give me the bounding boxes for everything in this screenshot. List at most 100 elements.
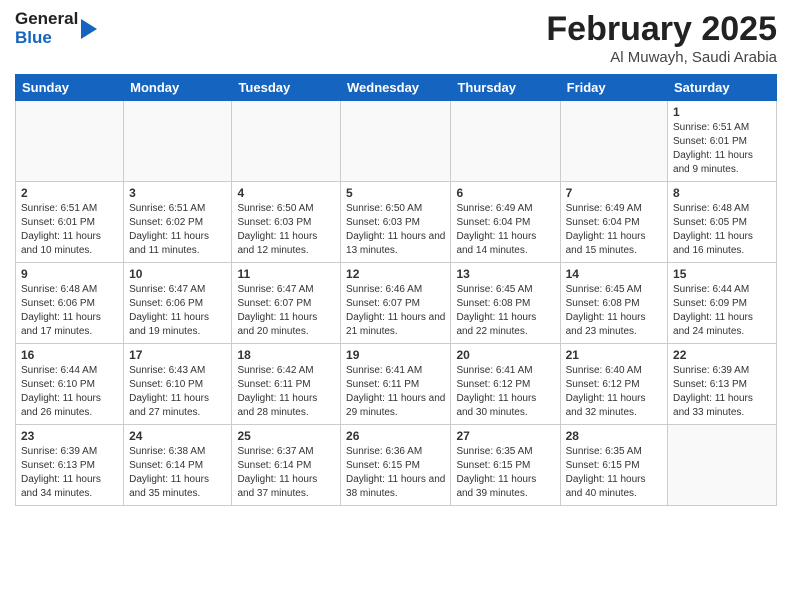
calendar-cell: 22 Sunrise: 6:39 AMSunset: 6:13 PMDayligh… [668,344,777,425]
calendar-cell: 10 Sunrise: 6:47 AMSunset: 6:06 PMDayligh… [124,263,232,344]
col-wednesday: Wednesday [341,75,451,101]
day-number: 19 [346,348,445,362]
calendar-cell: 6Sunrise: 6:49 AMSunset: 6:04 PMDaylight… [451,182,560,263]
day-info: Sunrise: 6:40 AMSunset: 6:12 PMDaylight:… [566,364,662,420]
calendar-cell [124,101,232,182]
calendar-cell [232,101,341,182]
week-row-3: 16Sunrise: 6:44 AMSunset: 6:10 PMDayligh… [16,344,777,425]
logo-line1: General [15,10,78,29]
day-info: Sunrise: 6:35 AMSunset: 6:15 PMDaylight:… [566,445,662,501]
day-info: Sunrise: 6:44 AMSunset: 6:10 PMDaylight:… [21,364,118,420]
calendar-cell: 18 Sunrise: 6:42 AMSunset: 6:11 PMDayligh… [232,344,341,425]
week-row-0: 1Sunrise: 6:51 AMSunset: 6:01 PMDaylight… [16,101,777,182]
calendar-cell: 2Sunrise: 6:51 AMSunset: 6:01 PMDaylight… [16,182,124,263]
day-number: 5 [346,186,445,200]
day-info: Sunrise: 6:39 AMSunset: 6:13 PMDaylight:… [21,445,118,501]
calendar-cell: 21 Sunrise: 6:40 AMSunset: 6:12 PMDayligh… [560,344,667,425]
day-info: Sunrise: 6:42 AMSunset: 6:11 PMDaylight:… [237,364,335,420]
day-info: Sunrise: 6:51 AMSunset: 6:01 PMDaylight:… [673,121,771,177]
calendar-header-row: Sunday Monday Tuesday Wednesday Thursday… [16,75,777,101]
day-number: 15 [673,267,771,281]
calendar-cell [341,101,451,182]
day-number: 20 [456,348,554,362]
day-info: Sunrise: 6:43 AMSunset: 6:10 PMDaylight:… [129,364,226,420]
calendar-cell: 20 Sunrise: 6:41 AMSunset: 6:12 PMDayligh… [451,344,560,425]
day-info: Sunrise: 6:38 AMSunset: 6:14 PMDaylight:… [129,445,226,501]
day-info: Sunrise: 6:41 AMSunset: 6:12 PMDaylight:… [456,364,554,420]
day-number: 11 [237,267,335,281]
day-number: 7 [566,186,662,200]
day-number: 28 [566,429,662,443]
calendar-cell: 11 Sunrise: 6:47 AMSunset: 6:07 PMDayligh… [232,263,341,344]
day-info: Sunrise: 6:50 AMSunset: 6:03 PMDaylight:… [346,202,445,258]
calendar-cell: 26 Sunrise: 6:36 AMSunset: 6:15 PMDayligh… [341,425,451,506]
col-tuesday: Tuesday [232,75,341,101]
day-number: 8 [673,186,771,200]
col-sunday: Sunday [16,75,124,101]
day-info: Sunrise: 6:41 AMSunset: 6:11 PMDaylight:… [346,364,445,420]
col-monday: Monday [124,75,232,101]
day-number: 24 [129,429,226,443]
day-number: 18 [237,348,335,362]
day-info: Sunrise: 6:51 AMSunset: 6:01 PMDaylight:… [21,202,118,258]
day-info: Sunrise: 6:47 AMSunset: 6:07 PMDaylight:… [237,283,335,339]
calendar-table: Sunday Monday Tuesday Wednesday Thursday… [15,74,777,506]
calendar-cell: 15 Sunrise: 6:44 AMSunset: 6:09 PMDayligh… [668,263,777,344]
calendar-cell [668,425,777,506]
calendar-cell: 17 Sunrise: 6:43 AMSunset: 6:10 PMDayligh… [124,344,232,425]
week-row-4: 23 Sunrise: 6:39 AMSunset: 6:13 PMDayligh… [16,425,777,506]
calendar-cell: 19 Sunrise: 6:41 AMSunset: 6:11 PMDayligh… [341,344,451,425]
calendar-cell: 14Sunrise: 6:45 AMSunset: 6:08 PMDayligh… [560,263,667,344]
calendar-cell: 5 Sunrise: 6:50 AMSunset: 6:03 PMDaylight… [341,182,451,263]
day-number: 25 [237,429,335,443]
calendar-cell: 4 Sunrise: 6:50 AMSunset: 6:03 PMDaylight… [232,182,341,263]
calendar-cell: 9 Sunrise: 6:48 AMSunset: 6:06 PMDaylight… [16,263,124,344]
day-number: 21 [566,348,662,362]
day-info: Sunrise: 6:51 AMSunset: 6:02 PMDaylight:… [129,202,226,258]
day-info: Sunrise: 6:35 AMSunset: 6:15 PMDaylight:… [456,445,554,501]
header: General Blue February 2025 Al Muwayh, Sa… [15,10,777,66]
day-info: Sunrise: 6:49 AMSunset: 6:04 PMDaylight:… [566,202,662,258]
day-number: 27 [456,429,554,443]
title-area: February 2025 Al Muwayh, Saudi Arabia [546,10,777,66]
page-container: General Blue February 2025 Al Muwayh, Sa… [0,0,792,516]
day-number: 4 [237,186,335,200]
day-number: 22 [673,348,771,362]
calendar-cell: 8 Sunrise: 6:48 AMSunset: 6:05 PMDaylight… [668,182,777,263]
day-number: 13 [456,267,554,281]
day-number: 6 [456,186,554,200]
day-number: 17 [129,348,226,362]
day-info: Sunrise: 6:46 AMSunset: 6:07 PMDaylight:… [346,283,445,339]
col-friday: Friday [560,75,667,101]
day-number: 12 [346,267,445,281]
calendar-cell: 16Sunrise: 6:44 AMSunset: 6:10 PMDayligh… [16,344,124,425]
day-info: Sunrise: 6:37 AMSunset: 6:14 PMDaylight:… [237,445,335,501]
day-number: 23 [21,429,118,443]
calendar-cell: 27 Sunrise: 6:35 AMSunset: 6:15 PMDayligh… [451,425,560,506]
calendar-cell: 7 Sunrise: 6:49 AMSunset: 6:04 PMDaylight… [560,182,667,263]
calendar-cell [16,101,124,182]
calendar-cell [560,101,667,182]
calendar-cell [451,101,560,182]
logo-line2: Blue [15,29,78,48]
page-title: February 2025 [546,10,777,49]
day-info: Sunrise: 6:47 AMSunset: 6:06 PMDaylight:… [129,283,226,339]
day-number: 10 [129,267,226,281]
logo: General Blue [15,10,97,47]
day-info: Sunrise: 6:48 AMSunset: 6:05 PMDaylight:… [673,202,771,258]
day-info: Sunrise: 6:39 AMSunset: 6:13 PMDaylight:… [673,364,771,420]
day-info: Sunrise: 6:44 AMSunset: 6:09 PMDaylight:… [673,283,771,339]
logo-arrow-icon [81,19,97,39]
calendar-cell: 23 Sunrise: 6:39 AMSunset: 6:13 PMDayligh… [16,425,124,506]
calendar-cell: 12 Sunrise: 6:46 AMSunset: 6:07 PMDayligh… [341,263,451,344]
week-row-1: 2Sunrise: 6:51 AMSunset: 6:01 PMDaylight… [16,182,777,263]
day-info: Sunrise: 6:50 AMSunset: 6:03 PMDaylight:… [237,202,335,258]
day-number: 3 [129,186,226,200]
page-subtitle: Al Muwayh, Saudi Arabia [546,49,777,66]
day-number: 9 [21,267,118,281]
day-number: 14 [566,267,662,281]
day-info: Sunrise: 6:48 AMSunset: 6:06 PMDaylight:… [21,283,118,339]
col-saturday: Saturday [668,75,777,101]
day-info: Sunrise: 6:36 AMSunset: 6:15 PMDaylight:… [346,445,445,501]
day-number: 26 [346,429,445,443]
